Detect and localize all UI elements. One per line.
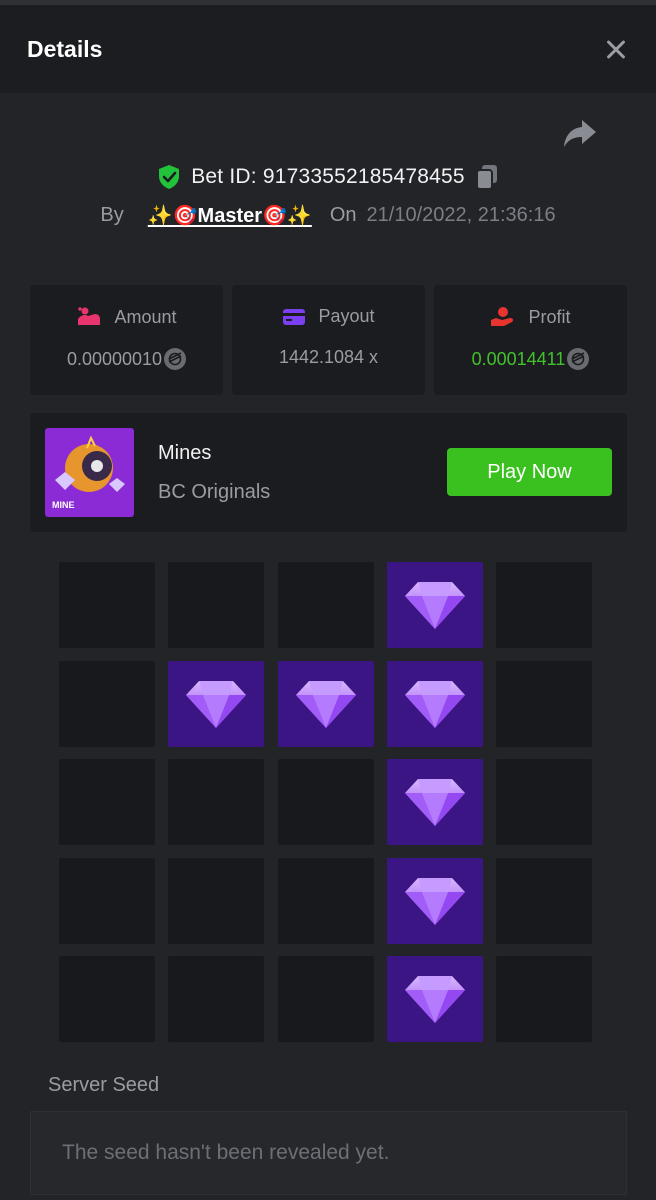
gem-icon [404,973,466,1025]
empty-cell [168,562,265,648]
shield-check-icon [159,165,180,189]
gem-icon [295,678,357,730]
game-name: Mines [158,442,212,464]
card-icon [283,308,306,325]
on-label: On [329,203,357,226]
modal-title: Details [27,35,103,62]
profit-label: Profit [528,306,571,327]
empty-cell [59,857,155,944]
bet-date: 21/10/2022, 21:36:16 [366,203,556,226]
gem-icon [404,678,466,730]
gem-cell [386,857,483,944]
empty-cell [496,759,592,845]
game-card: MINE Mines BC Originals Play Now [30,413,627,532]
username-link[interactable]: ✨🎯Master🎯✨ [148,203,312,228]
server-seed-field: The seed hasn't been revealed yet. [30,1111,627,1195]
empty-cell [59,562,155,648]
currency-coin-icon [567,348,590,370]
currency-coin-icon [164,348,187,370]
bet-id: Bet ID: 91733552185478455 [191,165,465,188]
payout-stat: Payout 1442.1084 x [232,285,425,395]
amount-value: 0.00000010 [66,348,163,369]
payout-value: 1442.1084 x [278,347,379,367]
modal-header: Details [0,5,656,93]
by-label: By [100,203,124,226]
empty-cell [168,956,265,1042]
gem-icon [185,678,247,730]
empty-cell [59,956,155,1042]
copy-icon[interactable] [475,164,499,190]
empty-cell [496,956,592,1042]
gem-icon [404,579,466,631]
gem-cell [386,660,483,747]
gem-cell [386,562,483,648]
gem-icon [404,875,466,927]
gem-cell [386,956,483,1042]
server-seed-label: Server Seed [48,1074,160,1096]
empty-cell [496,562,592,648]
close-icon[interactable] [602,35,630,63]
gem-icon [404,776,466,828]
hand-coin-icon [491,307,514,326]
mines-board [59,562,592,1042]
bet-id-row: Bet ID: 91733552185478455 [0,160,656,194]
coin-hand-icon [78,307,101,325]
bet-meta-row: By ✨🎯Master🎯✨ On 21/10/2022, 21:36:16 [0,198,656,232]
payout-label: Payout [318,306,375,326]
stats-row: Amount 0.00000010 Payout 1442.1084 x Pro… [30,285,627,395]
empty-cell [168,857,265,944]
empty-cell [277,562,374,648]
share-icon[interactable] [562,116,598,150]
empty-cell [59,660,155,747]
gem-cell [277,660,374,747]
empty-cell [277,759,374,845]
empty-cell [168,759,265,845]
empty-cell [59,759,155,845]
gem-cell [168,660,265,747]
play-now-button[interactable]: Play Now [447,448,612,496]
empty-cell [496,660,592,747]
svg-text:MINE: MINE [52,500,75,510]
empty-cell [277,956,374,1042]
game-provider: BC Originals [158,481,271,503]
profit-stat: Profit 0.00014411 [434,285,627,395]
amount-label: Amount [114,306,177,327]
profit-value: 0.00014411 [471,348,566,369]
empty-cell [496,857,592,944]
amount-stat: Amount 0.00000010 [30,285,223,395]
mines-game-thumbnail[interactable]: MINE [45,428,134,517]
gem-cell [386,759,483,845]
empty-cell [277,857,374,944]
